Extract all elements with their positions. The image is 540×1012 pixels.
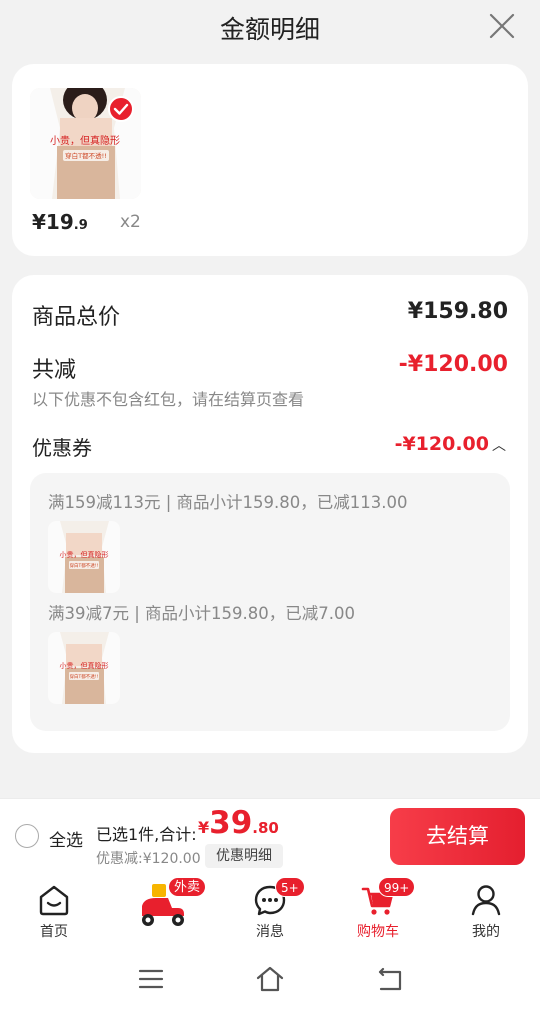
messages-badge: 5+	[275, 877, 305, 897]
coupon-thumbnail-caption: 小贵，但真隐形	[60, 550, 109, 559]
profile-icon	[471, 885, 501, 916]
tab-profile-label: 我的	[472, 924, 500, 940]
coupon-thumbnail-subcaption: 穿白T都不透!!	[70, 673, 99, 680]
discount-note: 以下优惠不包含红包，请在结算页查看	[32, 390, 305, 409]
tab-home[interactable]: 首页	[4, 874, 104, 944]
reduce-value: -¥120.00	[398, 352, 508, 377]
chevron-up-icon: ︿	[492, 438, 506, 454]
tab-profile[interactable]: 我的	[436, 874, 536, 944]
page-title: 金额明细	[219, 15, 320, 44]
coupon-line: 满39减7元 | 商品小计159.80，已减7.00	[48, 604, 356, 623]
coupon-value[interactable]: -¥120.00 ︿	[395, 433, 506, 455]
total-amount: ¥39.80	[198, 805, 279, 841]
total-value: ¥159.80	[407, 299, 508, 324]
coupon-detail-panel: 满159减113元 | 商品小计159.80，已减113.00 小贵，但真隐形 …	[30, 473, 510, 731]
coupon-thumbnail-caption: 小贵，但真隐形	[60, 661, 109, 670]
tab-home-label: 首页	[40, 924, 68, 940]
tab-messages-label: 消息	[256, 924, 284, 940]
discount-amount-text: 优惠减:¥120.00	[96, 851, 201, 867]
home-icon	[39, 885, 69, 916]
coupon-product-thumbnail: 小贵，但真隐形 穿白T都不透!!	[48, 521, 120, 593]
select-all-radio[interactable]	[15, 824, 39, 848]
bottom-tab-bar: 首页 外卖 5+ 消息 99+ 购物车 我的	[0, 874, 540, 944]
coupon-product-thumbnail: 小贵，但真隐形 穿白T都不透!!	[48, 632, 120, 704]
selected-check-icon	[108, 96, 134, 122]
tab-cart[interactable]: 99+ 购物车	[328, 874, 428, 944]
product-price: ¥19.9	[32, 210, 88, 234]
home-nav-icon[interactable]	[255, 964, 285, 994]
coupon-line: 满159减113元 | 商品小计159.80，已减113.00	[48, 493, 408, 512]
coupon-label: 优惠券	[32, 436, 92, 460]
product-card: 小贵，但真隐形 穿白T都不透!! ¥19.9 x2	[12, 64, 528, 256]
tab-messages[interactable]: 5+ 消息	[220, 874, 320, 944]
checkout-bar: 全选 已选1件,合计: ¥39.80 优惠减:¥120.00 优惠明细 去结算	[0, 798, 540, 874]
back-icon[interactable]	[375, 964, 405, 994]
reduce-label: 共减	[32, 358, 77, 383]
discount-detail-button[interactable]: 优惠明细	[205, 844, 283, 868]
takeaway-badge: 外卖	[168, 877, 207, 897]
menu-icon[interactable]	[136, 964, 166, 994]
close-icon[interactable]	[488, 12, 516, 40]
header: 金额明细	[0, 0, 540, 56]
summary-card: 商品总价 ¥159.80 共减 -¥120.00 以下优惠不包含红包，请在结算页…	[12, 275, 528, 753]
total-label: 商品总价	[32, 305, 121, 330]
product-image-caption: 小贵，但真隐形	[50, 134, 120, 147]
tab-takeaway[interactable]: 外卖	[112, 874, 212, 944]
system-nav-bar	[0, 944, 540, 1012]
checkout-button[interactable]: 去结算	[390, 808, 525, 865]
coupon-thumbnail-subcaption: 穿白T都不透!!	[70, 562, 99, 569]
cart-badge: 99+	[378, 877, 416, 897]
selected-count-text: 已选1件,合计:	[96, 825, 197, 844]
select-all-label[interactable]: 全选	[49, 826, 83, 851]
product-quantity: x2	[120, 212, 141, 232]
tab-cart-label: 购物车	[357, 924, 399, 940]
product-image-subcaption: 穿白T都不透!!	[65, 151, 107, 160]
